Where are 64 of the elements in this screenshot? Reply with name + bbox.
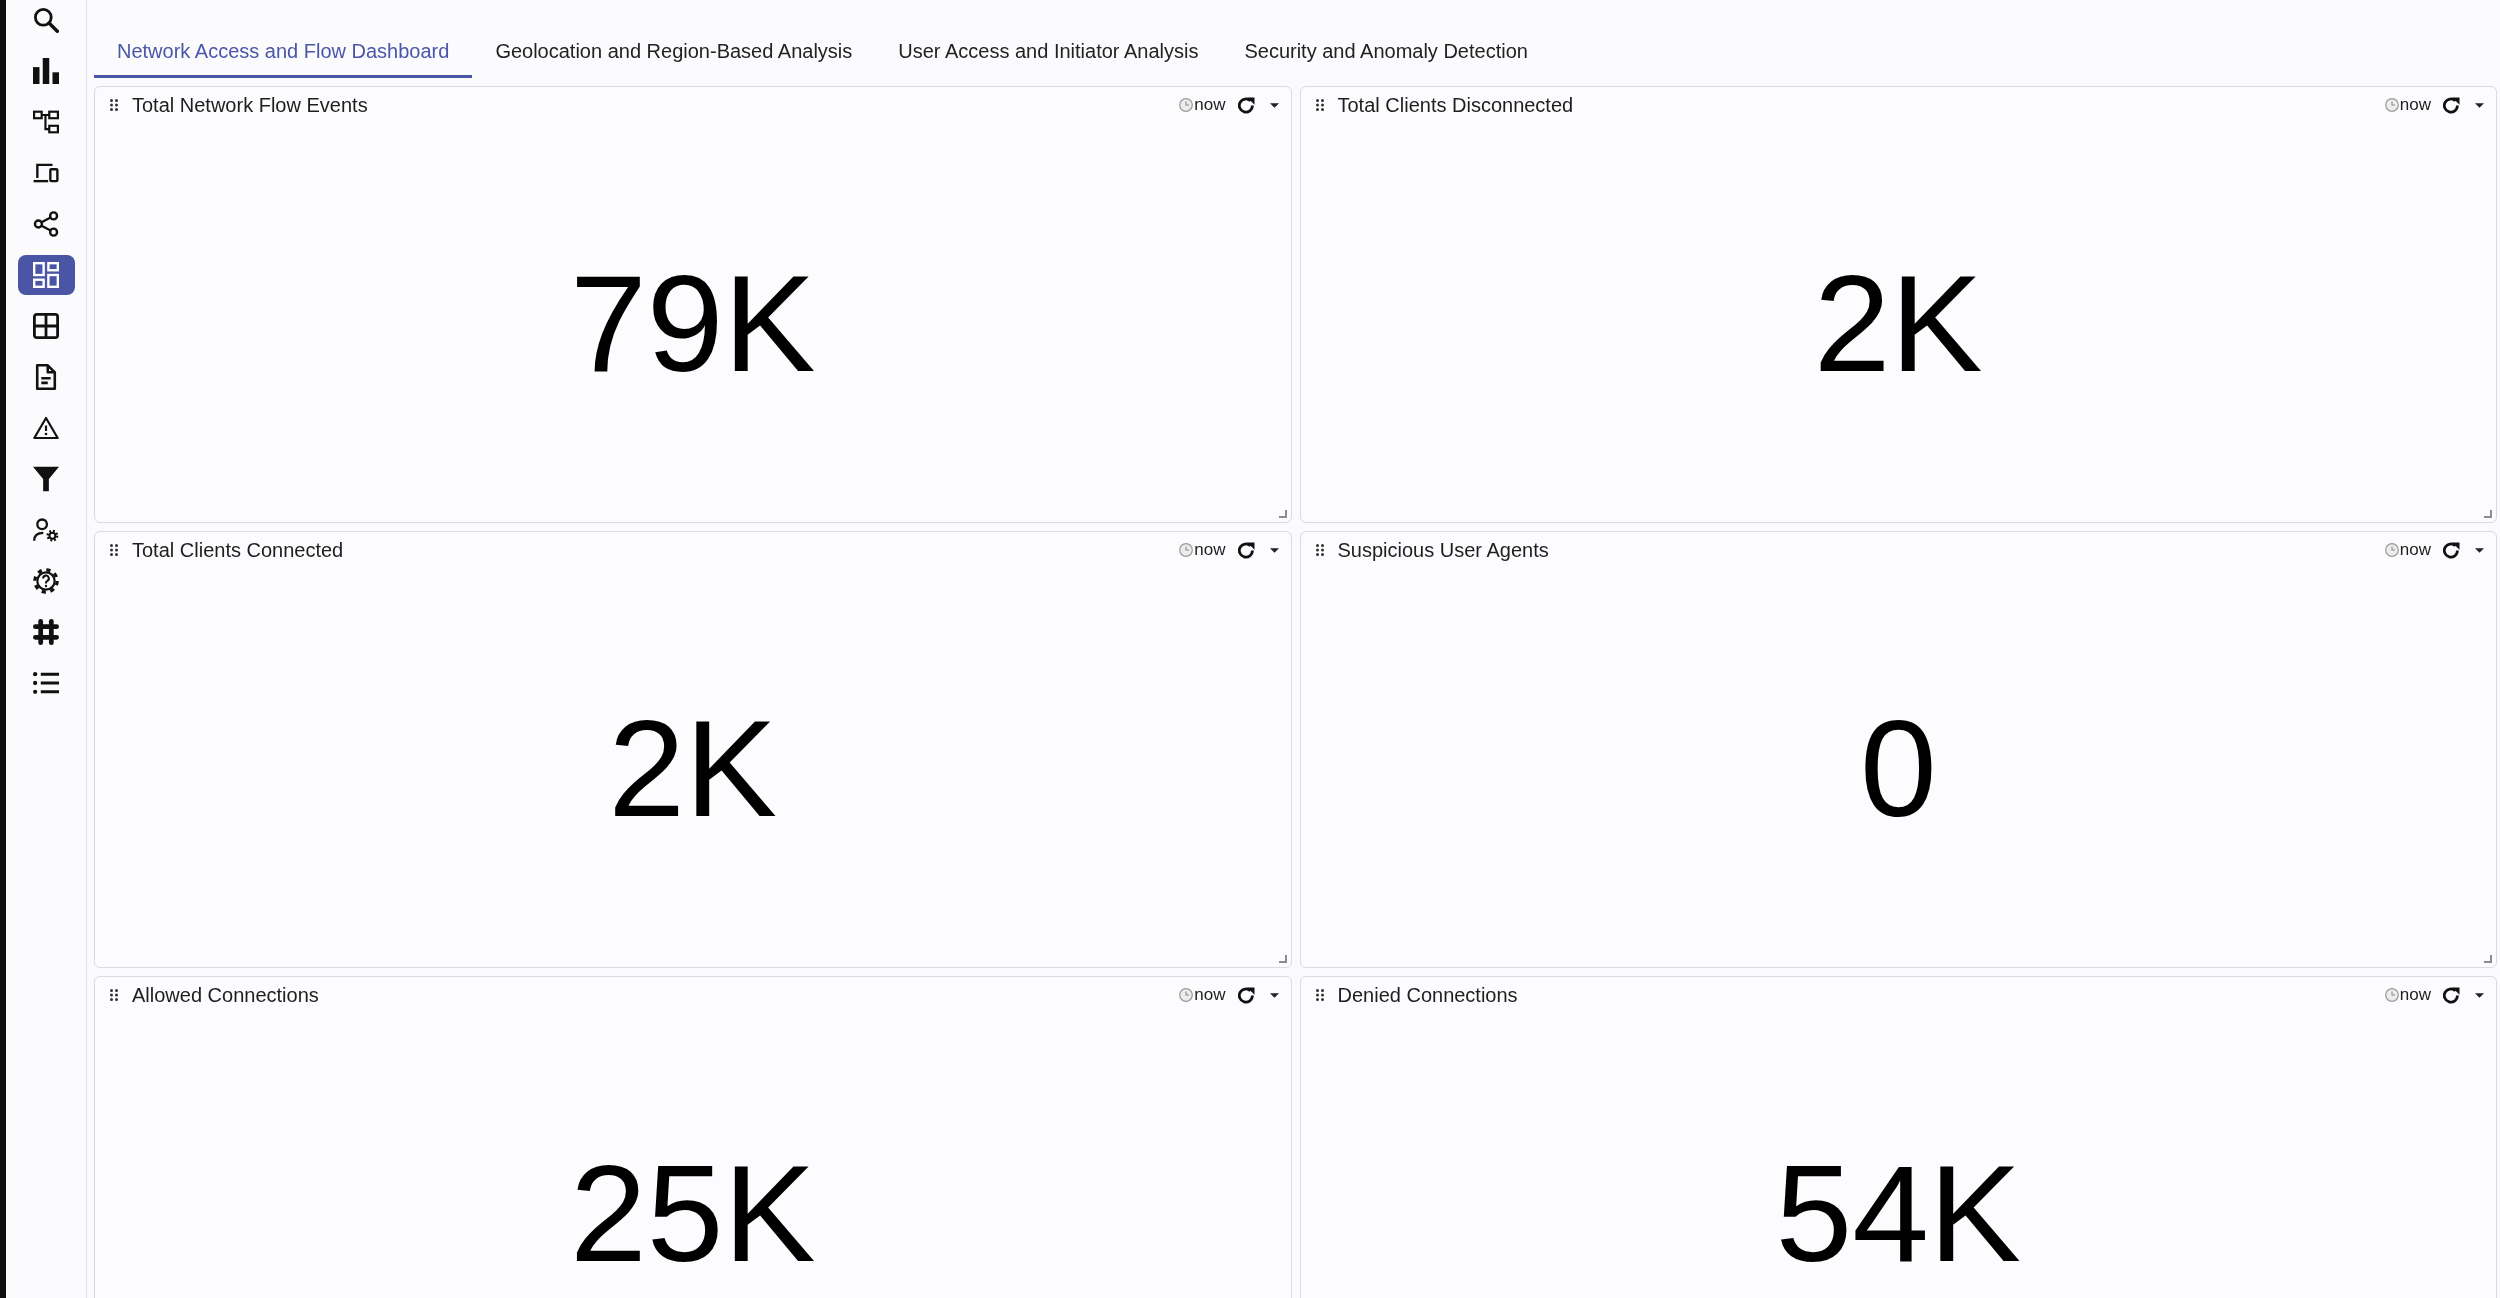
refresh-icon[interactable]	[1237, 96, 1255, 114]
metric-value: 0	[1859, 698, 1937, 837]
metric-value: 79K	[569, 253, 816, 392]
panel-title: Total Clients Connected	[132, 538, 344, 562]
panel-title: Suspicious User Agents	[1337, 538, 1549, 562]
bar-chart-icon	[33, 58, 59, 84]
panel-title: Total Clients Disconnected	[1337, 93, 1574, 117]
user-gear-icon	[33, 517, 59, 543]
dashboard-tab[interactable]: User Access and Initiator Analysis	[875, 28, 1222, 78]
panel-title: Total Network Flow Events	[132, 93, 368, 117]
metric-value: 25K	[569, 1143, 816, 1282]
dashboard-tab[interactable]: Security and Anomaly Detection	[1221, 28, 1551, 78]
clock-icon	[2384, 98, 2399, 112]
sidebar-item[interactable]	[17, 255, 75, 295]
clock-icon	[1179, 988, 1194, 1002]
warning-icon	[33, 415, 59, 441]
time-label: now	[2399, 95, 2431, 115]
refresh-icon[interactable]	[2443, 96, 2460, 114]
drag-handle-icon[interactable]	[1315, 544, 1324, 556]
filter-icon	[33, 466, 59, 492]
clock-icon	[1179, 543, 1194, 557]
resize-handle-icon[interactable]	[1278, 510, 1287, 518]
time-label: now	[1194, 95, 1226, 115]
panel-title: Denied Connections	[1337, 983, 1518, 1007]
dashboard-tab[interactable]: Network Access and Flow Dashboard	[94, 28, 473, 78]
drag-handle-icon[interactable]	[1315, 99, 1324, 111]
caret-icon[interactable]	[1269, 102, 1279, 108]
grid-icon	[33, 313, 59, 339]
hash-icon	[33, 619, 59, 645]
metric-value: 2K	[608, 698, 778, 837]
time-label: now	[1194, 985, 1226, 1005]
metric-value: 2K	[1813, 253, 1983, 392]
caret-icon[interactable]	[2475, 992, 2484, 998]
drag-handle-icon[interactable]	[110, 99, 118, 111]
resize-handle-icon[interactable]	[2484, 955, 2492, 963]
refresh-icon[interactable]	[2443, 541, 2460, 559]
time-label: now	[1194, 540, 1226, 560]
time-label: now	[2399, 540, 2431, 560]
drag-handle-icon[interactable]	[110, 544, 118, 556]
drag-handle-icon[interactable]	[1315, 989, 1324, 1001]
metric-value: 54K	[1775, 1143, 2021, 1282]
resize-handle-icon[interactable]	[1278, 955, 1287, 963]
caret-icon[interactable]	[1269, 992, 1279, 998]
clock-icon	[2384, 543, 2399, 557]
dashboard-icon	[33, 262, 59, 288]
clock-icon	[1179, 98, 1194, 112]
dashboard-tab[interactable]: Geolocation and Region-Based Analysis	[472, 28, 876, 78]
gear-question-icon	[33, 568, 59, 594]
drag-handle-icon[interactable]	[110, 989, 118, 1001]
refresh-icon[interactable]	[1237, 541, 1255, 559]
refresh-icon[interactable]	[2443, 986, 2460, 1004]
refresh-icon[interactable]	[1237, 986, 1255, 1004]
hierarchy-icon	[33, 109, 59, 135]
search-icon	[33, 7, 59, 33]
time-label: now	[2399, 985, 2431, 1005]
caret-icon[interactable]	[1269, 547, 1279, 553]
share-icon	[33, 211, 59, 237]
list-icon	[33, 670, 59, 696]
document-icon	[33, 364, 59, 390]
caret-icon[interactable]	[2475, 547, 2484, 553]
clock-icon	[2384, 988, 2399, 1002]
caret-icon[interactable]	[2475, 102, 2484, 108]
resize-handle-icon[interactable]	[2484, 510, 2492, 518]
panel-title: Allowed Connections	[132, 983, 319, 1007]
